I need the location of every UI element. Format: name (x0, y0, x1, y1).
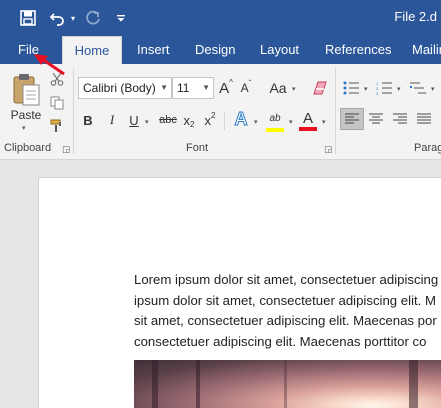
bullets-icon[interactable] (341, 77, 361, 99)
italic-button[interactable]: I (104, 110, 120, 130)
undo-dropdown-icon[interactable]: ▾ (68, 6, 78, 30)
align-center-icon[interactable] (366, 108, 386, 130)
chevron-down-icon[interactable]: ▾ (322, 118, 326, 126)
chevron-down-icon[interactable]: ▾ (431, 85, 435, 93)
embedded-photo[interactable] (134, 360, 441, 408)
subscript-index: 2 (190, 119, 195, 129)
strikethrough-button[interactable]: abc (157, 110, 179, 130)
paragraph-group-label: Parag (414, 142, 441, 154)
body-line: consectetuer adipiscing elit. Maecenas p… (134, 333, 427, 349)
font-group-label: Font (186, 142, 209, 154)
multilevel-list-icon[interactable] (408, 77, 428, 99)
paste-dropdown-icon[interactable]: ▾ (22, 124, 26, 132)
tab-references[interactable]: References (325, 36, 391, 64)
align-left-icon[interactable] (340, 108, 364, 130)
clipboard-launcher-icon[interactable]: ◲ (62, 144, 71, 155)
photo-tree-trunk (152, 360, 158, 408)
chevron-down-icon[interactable]: ▾ (364, 85, 368, 93)
font-launcher-icon[interactable]: ◲ (324, 144, 333, 155)
bold-button[interactable]: B (80, 110, 96, 130)
body-line: sit amet, consectetuer adipiscing elit. … (134, 313, 437, 329)
text-effects-button[interactable]: A (230, 108, 252, 130)
font-name-value: Calibri (Body) (83, 81, 156, 95)
justify-icon[interactable] (414, 108, 434, 130)
superscript-index: 2 (211, 110, 216, 120)
chevron-down-icon[interactable]: ▾ (397, 85, 401, 93)
clipboard-group-label: Clipboard (4, 142, 52, 154)
highlight-color-swatch (266, 128, 284, 132)
document-title: File 2.d (394, 9, 437, 24)
font-color-button[interactable]: A (298, 108, 318, 128)
shrink-font-label: A (240, 81, 249, 95)
caret-up-icon: ^ (229, 77, 233, 87)
font-size-value: 11 (177, 81, 190, 95)
change-case-button[interactable]: Aa (268, 77, 288, 99)
caret-down-icon: ˇ (248, 78, 252, 88)
copy-icon[interactable] (48, 94, 66, 112)
chevron-down-icon[interactable]: ▾ (254, 118, 258, 126)
grow-font-label: A (219, 79, 230, 97)
redo-icon[interactable] (82, 6, 104, 30)
format-painter-icon[interactable] (48, 117, 66, 135)
tab-design[interactable]: Design (195, 36, 235, 64)
chevron-down-icon[interactable]: ▼ (202, 78, 210, 98)
highlight-button[interactable]: ab (264, 108, 286, 128)
photo-tree-trunk (196, 360, 200, 408)
shrink-font-button[interactable]: Aˇ (238, 77, 254, 99)
grow-font-button[interactable]: A ^ (218, 77, 234, 99)
photo-tree-trunk (409, 360, 418, 408)
paste-button[interactable]: Paste (6, 108, 46, 122)
clear-formatting-icon[interactable] (310, 77, 332, 99)
chevron-down-icon[interactable]: ▾ (145, 118, 149, 126)
undo-icon[interactable] (46, 6, 68, 30)
body-line: Lorem ipsum dolor sit amet, consectetuer… (134, 272, 439, 287)
font-color-swatch (299, 127, 317, 131)
tab-home[interactable]: Home (62, 36, 122, 64)
tab-insert[interactable]: Insert (137, 36, 170, 64)
superscript-button[interactable]: x2 (202, 110, 218, 130)
font-size-combo[interactable]: 11 ▼ (172, 77, 214, 99)
chevron-down-icon[interactable]: ▾ (292, 85, 296, 93)
annotation-arrow-icon (34, 54, 65, 76)
body-line: ipsum dolor sit amet, consectetuer adipi… (134, 292, 436, 308)
align-right-icon[interactable] (390, 108, 410, 130)
save-icon[interactable] (16, 6, 40, 30)
font-name-combo[interactable]: Calibri (Body) ▼ (78, 77, 172, 99)
group-separator (73, 68, 74, 154)
title-bar: ▾ File 2.d (0, 0, 441, 36)
tab-layout[interactable]: Layout (260, 36, 299, 64)
highlight-label: ab (269, 112, 281, 124)
photo-tree-trunk (284, 360, 287, 408)
group-separator (335, 68, 336, 154)
button-separator (224, 112, 225, 130)
svg-text:3: 3 (376, 91, 379, 95)
numbering-icon[interactable]: 123 (374, 77, 394, 99)
chevron-down-icon[interactable]: ▼ (160, 78, 168, 98)
subscript-button[interactable]: x2 (181, 110, 197, 130)
customize-qat-icon[interactable] (114, 6, 128, 30)
underline-button[interactable]: U (126, 110, 142, 130)
tab-mailings[interactable]: Mailin (412, 36, 441, 64)
document-body[interactable]: Lorem ipsum dolor sit amet, consectetuer… (134, 270, 441, 352)
chevron-down-icon[interactable]: ▾ (289, 118, 293, 126)
